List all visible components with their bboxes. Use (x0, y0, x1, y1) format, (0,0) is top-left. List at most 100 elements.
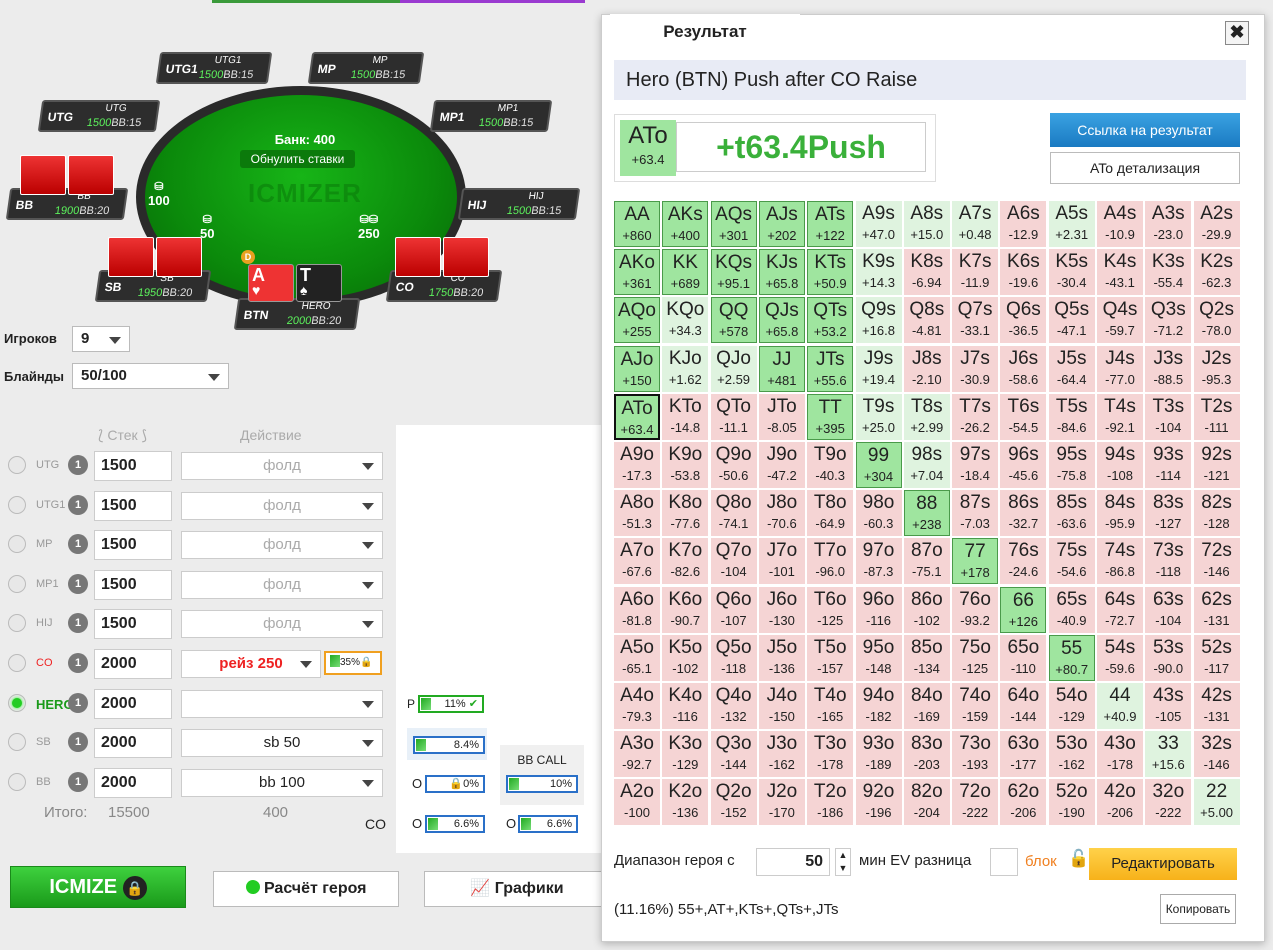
hand-cell[interactable]: T8s +2.99 (903, 393, 950, 440)
lock-icon[interactable]: 🔓 (1068, 849, 1089, 869)
hand-cell[interactable]: 74o -159 (952, 683, 999, 729)
hand-cell[interactable]: J8s -2.10 (903, 345, 950, 392)
hand-cell[interactable]: 53o -162 (1048, 731, 1095, 778)
hand-cell[interactable]: K6s -19.6 (1000, 249, 1047, 296)
hand-cell[interactable]: AKo +361 (614, 249, 660, 296)
hand-cell[interactable]: 55 +80.7 (1048, 634, 1095, 681)
hand-cell[interactable]: T7s -26.2 (952, 393, 999, 440)
hand-cell[interactable]: QQ +578 (710, 297, 757, 344)
hand-cell[interactable]: 75o -125 (952, 634, 999, 681)
action-select[interactable]: фолд (181, 610, 383, 639)
hand-cell[interactable]: T8o -64.9 (807, 490, 854, 537)
hand-cell[interactable]: T6o -125 (807, 586, 854, 633)
action-select[interactable]: sb 50 (181, 729, 383, 758)
hand-cell[interactable]: 43s -105 (1145, 683, 1192, 729)
copy-button[interactable]: Копировать (1160, 894, 1236, 924)
range-spinner[interactable]: ▲ ▼ (835, 848, 851, 876)
hand-cell[interactable]: 82o -204 (903, 779, 950, 826)
hand-cell[interactable]: A2s -29.9 (1193, 201, 1240, 247)
hand-cell[interactable]: Q6o -107 (710, 586, 757, 633)
hand-cell[interactable]: Q3s -71.2 (1145, 297, 1192, 344)
hand-cell[interactable]: 87s -7.03 (952, 490, 999, 537)
hand-cell[interactable]: AJs +202 (758, 201, 805, 247)
hand-cell[interactable]: 98s +7.04 (903, 442, 950, 488)
hand-cell[interactable]: T7o -96.0 (807, 538, 854, 585)
bounty-badge[interactable]: 1 (68, 573, 88, 594)
hand-cell[interactable]: T9s +25.0 (855, 393, 902, 440)
hand-cell[interactable]: 93o -189 (855, 731, 902, 778)
hand-cell[interactable]: Q5o -118 (710, 634, 757, 681)
hand-cell[interactable]: K4s -43.1 (1097, 249, 1143, 296)
hand-cell[interactable]: ATs +122 (807, 201, 854, 247)
hand-cell[interactable]: J7o -101 (758, 538, 805, 585)
charts-button[interactable]: 📈 Графики (424, 871, 610, 907)
hand-cell[interactable]: 32o -222 (1145, 779, 1192, 826)
hand-cell[interactable]: 52s -117 (1193, 634, 1240, 681)
hand-cell[interactable]: K7o -82.6 (662, 538, 709, 585)
hero-card-2[interactable]: T ♠ (296, 264, 342, 302)
hand-cell[interactable]: T5s -84.6 (1048, 393, 1095, 440)
bounty-badge[interactable]: 1 (68, 455, 88, 475)
hand-cell[interactable]: 73o -193 (952, 731, 999, 778)
hand-cell[interactable]: J4o -150 (758, 683, 805, 729)
hand-cell[interactable]: K2s -62.3 (1193, 249, 1240, 296)
hand-cell[interactable]: 94s -108 (1097, 442, 1143, 488)
hand-cell[interactable]: KTs +50.9 (807, 249, 854, 296)
hand-cell[interactable]: 94o -182 (855, 683, 902, 729)
hand-cell[interactable]: J9s +19.4 (855, 345, 902, 392)
hand-cell[interactable]: 43o -178 (1097, 731, 1143, 778)
hand-cell[interactable]: 99 +304 (855, 442, 902, 488)
seat-btn[interactable]: BTN HERO 2000BB:20 (233, 298, 361, 330)
hand-cell[interactable]: 98o -60.3 (855, 490, 902, 537)
position-radio[interactable] (8, 693, 26, 712)
hand-cell[interactable]: KQs +95.1 (710, 249, 757, 296)
bounty-badge[interactable]: 1 (68, 692, 88, 713)
hand-cell[interactable]: A3o -92.7 (614, 731, 660, 778)
hand-cell[interactable]: AQo +255 (614, 297, 660, 344)
hand-detail-button[interactable]: ATo детализация (1050, 152, 1240, 184)
hand-cell[interactable]: Q4s -59.7 (1097, 297, 1143, 344)
hand-cell[interactable]: TT +395 (807, 393, 854, 440)
ev-input[interactable] (990, 848, 1018, 876)
hand-cell[interactable]: 22 +5.00 (1193, 779, 1240, 826)
result-link-button[interactable]: Ссылка на результат (1050, 113, 1240, 147)
hand-cell[interactable]: JJ +481 (758, 345, 805, 392)
position-radio[interactable] (8, 495, 26, 514)
bounty-badge[interactable]: 1 (68, 771, 88, 792)
stack-input[interactable]: 1500 (94, 609, 172, 640)
hand-cell[interactable]: K3s -55.4 (1145, 249, 1192, 296)
hand-cell[interactable]: K5s -30.4 (1048, 249, 1095, 296)
hand-cell[interactable]: 54o -129 (1048, 683, 1095, 729)
bounty-badge[interactable]: 1 (68, 653, 88, 673)
hand-cell[interactable]: 62o -206 (1000, 779, 1047, 826)
hand-cell[interactable]: T5o -157 (807, 634, 854, 681)
hand-cell[interactable]: A7s +0.48 (952, 201, 999, 247)
icmize-button[interactable]: ICMIZE 🔒 (10, 866, 186, 908)
hand-cell[interactable]: 72s -146 (1193, 538, 1240, 585)
hand-cell[interactable]: QJo +2.59 (710, 345, 757, 392)
hand-cell[interactable]: Q3o -144 (710, 731, 757, 778)
action-select[interactable]: bb 100 (181, 768, 383, 797)
hand-cell[interactable]: 87o -75.1 (903, 538, 950, 585)
hand-cell[interactable]: 66 +126 (1000, 586, 1047, 633)
hand-cell[interactable]: 76o -93.2 (952, 586, 999, 633)
action-select[interactable]: фолд (181, 531, 383, 560)
hand-cell[interactable]: A3s -23.0 (1145, 201, 1192, 247)
hand-cell[interactable]: Q7o -104 (710, 538, 757, 585)
hand-cell[interactable]: 96o -116 (855, 586, 902, 633)
stack-input[interactable]: 1500 (94, 530, 172, 561)
hand-cell[interactable]: KJo +1.62 (662, 345, 709, 392)
hand-cell[interactable]: T3s -104 (1145, 393, 1192, 440)
action-select[interactable] (181, 689, 383, 718)
hand-cell[interactable]: A9s +47.0 (855, 201, 902, 247)
hand-cell[interactable]: 86o -102 (903, 586, 950, 633)
hand-cell[interactable]: Q2o -152 (710, 779, 757, 826)
hand-cell[interactable]: 84o -169 (903, 683, 950, 729)
range-input[interactable]: 50 (756, 848, 830, 876)
position-radio[interactable] (8, 456, 26, 474)
hand-cell[interactable]: T4s -92.1 (1097, 393, 1143, 440)
hand-cell[interactable]: 74s -86.8 (1097, 538, 1143, 585)
hand-cell[interactable]: 42s -131 (1193, 683, 1240, 729)
hand-cell[interactable]: A8o -51.3 (614, 490, 660, 537)
hand-cell[interactable]: T3o -178 (807, 731, 854, 778)
